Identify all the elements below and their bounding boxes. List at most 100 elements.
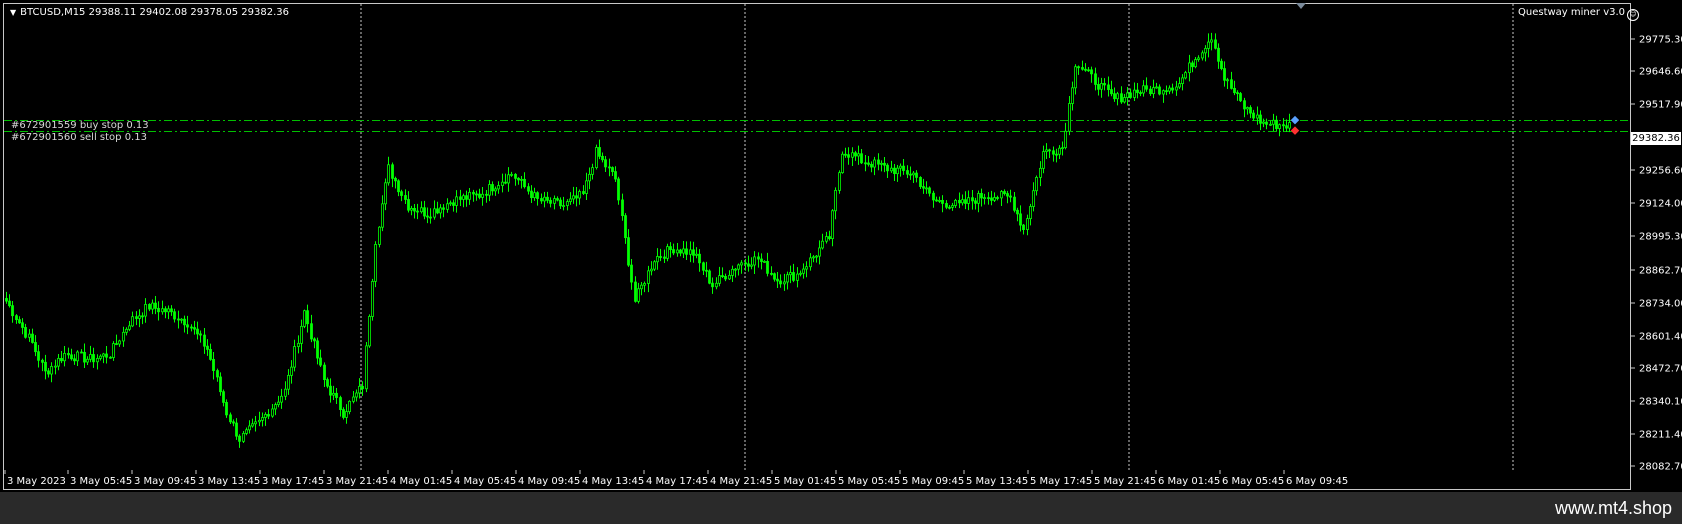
candle-body (1243, 100, 1246, 110)
price-tick-label: 28995.30 (1639, 232, 1682, 243)
candle-body (154, 302, 157, 309)
candle-body (361, 385, 364, 390)
candle (1061, 141, 1064, 156)
candle (1032, 182, 1035, 212)
candle-body (452, 202, 455, 206)
candle (284, 381, 287, 401)
time-tick-label: 3 May 05:45 (70, 476, 132, 487)
candle-body (1249, 107, 1252, 114)
candle (1223, 61, 1226, 87)
candle (190, 324, 193, 332)
candle-body (1188, 62, 1191, 74)
candle-body (413, 207, 416, 212)
candle (254, 415, 257, 432)
candle-body (284, 388, 287, 397)
candle (566, 199, 569, 211)
buy-stop-order-label[interactable]: #672901559 buy stop 0.13 (11, 120, 149, 132)
candle-body (235, 422, 238, 437)
candle (1220, 58, 1223, 71)
expert-advisor-label[interactable]: Questway miner v3.0 ☺ (1518, 7, 1640, 21)
candle (572, 186, 575, 204)
candle (533, 187, 536, 201)
candle-body (1269, 123, 1272, 126)
candle-body (601, 155, 604, 161)
candle-body (355, 392, 358, 398)
candle-body (621, 199, 624, 217)
candle-body (251, 423, 254, 427)
candle-body (906, 170, 909, 175)
candle-body (242, 433, 245, 442)
candle (559, 197, 562, 209)
candle-body (365, 345, 368, 390)
candle (86, 356, 89, 366)
candle (1107, 76, 1110, 97)
candle-body (753, 256, 756, 266)
candle-body (1178, 83, 1181, 88)
time-tick-label: 5 May 09:45 (902, 476, 964, 487)
candle-body (611, 167, 614, 173)
candle-body (899, 165, 902, 169)
candle (543, 191, 546, 208)
chart-shift-marker[interactable] (1296, 3, 1306, 9)
candle-body (536, 192, 539, 199)
candle-body (928, 187, 931, 194)
candle (938, 196, 941, 203)
candle (588, 167, 591, 190)
price-tick-label: 28211.40 (1639, 430, 1682, 441)
candle (371, 278, 374, 321)
candle (31, 328, 34, 344)
candle-body (708, 270, 711, 284)
candle-body (287, 374, 290, 390)
price-chart[interactable]: 29775.30 29646.60 29517.90 29256.60 29124.00… (0, 0, 1682, 524)
candle-body (277, 401, 280, 406)
candle (873, 156, 876, 176)
candle-body (763, 260, 766, 263)
candle (462, 193, 465, 208)
dropdown-triangle-icon[interactable]: ▼ (10, 8, 16, 17)
candle (737, 263, 740, 276)
candle-body (229, 414, 232, 423)
candle-body (783, 281, 786, 285)
candle (1272, 113, 1275, 132)
candle-body (329, 385, 332, 396)
candle-body (112, 343, 115, 358)
candle-body (1278, 124, 1281, 129)
candle (906, 165, 909, 179)
candle-body (391, 164, 394, 179)
candle (702, 261, 705, 276)
candle (229, 412, 232, 425)
candle (1133, 82, 1136, 101)
candle-body (1181, 77, 1184, 84)
candle-body (125, 328, 128, 333)
price-tick-label: 29517.90 (1639, 100, 1682, 111)
candle-body (67, 352, 70, 356)
candle (352, 391, 355, 404)
candle (1048, 148, 1051, 159)
candle-body (345, 411, 348, 418)
sell-stop-order-label[interactable]: #672901560 sell stop 0.13 (11, 132, 147, 144)
chart-window[interactable]: 29775.30 29646.60 29517.90 29256.60 29124.00… (0, 0, 1682, 524)
price-tick-label: 29775.30 (1639, 35, 1682, 46)
candle (209, 343, 212, 361)
candle-body (102, 353, 105, 357)
candle (886, 163, 889, 178)
candle (378, 226, 381, 248)
candle-body (1223, 68, 1226, 81)
candle-body (870, 163, 873, 168)
candle (815, 254, 818, 263)
candle-body (546, 196, 549, 201)
candle-body (436, 208, 439, 214)
candle (345, 404, 348, 424)
candle-body (86, 358, 89, 363)
candle (21, 318, 24, 335)
candle-body (698, 253, 701, 264)
candle (915, 170, 918, 183)
time-tick-label: 4 May 13:45 (582, 476, 644, 487)
candle-body (614, 171, 617, 180)
order-lines (4, 120, 1630, 132)
candle (724, 273, 727, 282)
candle-body (60, 358, 63, 362)
candle (122, 326, 125, 347)
footer-brand[interactable]: www.mt4.shop (1555, 498, 1672, 519)
footer-bar: www.mt4.shop (0, 492, 1682, 524)
